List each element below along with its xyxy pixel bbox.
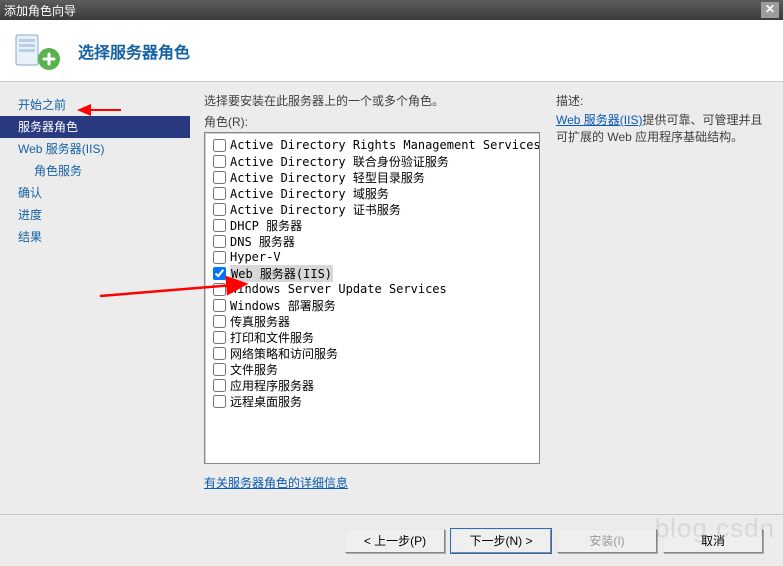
role-checkbox[interactable] (213, 219, 226, 232)
role-label: Active Directory 轻型目录服务 (230, 169, 425, 186)
role-item[interactable]: Active Directory 轻型目录服务 (213, 169, 533, 185)
sidebar-item-2[interactable]: Web 服务器(IIS) (0, 138, 190, 160)
sidebar-item-4[interactable]: 确认 (0, 182, 190, 204)
wizard-footer: < 上一步(P) 下一步(N) > 安装(I) 取消 (0, 514, 783, 566)
role-item[interactable]: Active Directory Rights Management Servi… (213, 137, 533, 153)
role-label: Active Directory 联合身份验证服务 (230, 153, 449, 170)
role-checkbox[interactable] (213, 283, 226, 296)
role-item[interactable]: Hyper-V (213, 249, 533, 265)
role-item[interactable]: Windows Server Update Services (213, 281, 533, 297)
roles-listbox[interactable]: Active Directory Rights Management Servi… (204, 132, 540, 464)
sidebar-item-0[interactable]: 开始之前 (0, 94, 190, 116)
role-item[interactable]: Active Directory 证书服务 (213, 201, 533, 217)
role-item[interactable]: 文件服务 (213, 361, 533, 377)
role-checkbox[interactable] (213, 347, 226, 360)
role-checkbox[interactable] (213, 155, 226, 168)
role-item[interactable]: Windows 部署服务 (213, 297, 533, 313)
install-button: 安装(I) (557, 529, 657, 553)
role-label: 网络策略和访问服务 (230, 345, 338, 362)
wizard-header: 选择服务器角色 (0, 20, 783, 82)
role-label: 打印和文件服务 (230, 329, 314, 346)
role-label: 传真服务器 (230, 313, 290, 330)
role-label: Active Directory 域服务 (230, 185, 389, 202)
role-item[interactable]: Web 服务器(IIS) (213, 265, 533, 281)
role-item[interactable]: 打印和文件服务 (213, 329, 533, 345)
server-role-icon (12, 29, 64, 73)
role-checkbox[interactable] (213, 395, 226, 408)
role-item[interactable]: 远程桌面服务 (213, 393, 533, 409)
window-title: 添加角色向导 (4, 2, 761, 19)
role-checkbox[interactable] (213, 299, 226, 312)
role-item[interactable]: 传真服务器 (213, 313, 533, 329)
description-title: 描述: (556, 92, 771, 109)
more-info-link[interactable]: 有关服务器角色的详细信息 (204, 474, 348, 491)
role-label: DHCP 服务器 (230, 217, 302, 234)
cancel-button[interactable]: 取消 (663, 529, 763, 553)
close-icon[interactable]: ✕ (761, 2, 779, 18)
role-label: Hyper-V (230, 250, 281, 264)
instruction-text: 选择要安装在此服务器上的一个或多个角色。 (204, 92, 540, 109)
role-label: Windows 部署服务 (230, 297, 336, 314)
role-checkbox[interactable] (213, 139, 226, 152)
wizard-main: 选择要安装在此服务器上的一个或多个角色。 角色(R): Active Direc… (190, 82, 783, 514)
role-label: Web 服务器(IIS) (230, 265, 333, 282)
role-checkbox[interactable] (213, 331, 226, 344)
sidebar-item-1[interactable]: 服务器角色 (0, 116, 190, 138)
role-checkbox[interactable] (213, 379, 226, 392)
roles-label: 角色(R): (204, 113, 540, 130)
page-title: 选择服务器角色 (78, 39, 190, 63)
role-checkbox[interactable] (213, 267, 226, 280)
role-label: 远程桌面服务 (230, 393, 302, 410)
next-button[interactable]: 下一步(N) > (451, 529, 551, 553)
role-label: Active Directory Rights Management Servi… (230, 138, 540, 152)
role-label: 应用程序服务器 (230, 377, 314, 394)
role-checkbox[interactable] (213, 315, 226, 328)
role-checkbox[interactable] (213, 171, 226, 184)
role-label: Active Directory 证书服务 (230, 201, 401, 218)
role-checkbox[interactable] (213, 187, 226, 200)
role-label: Windows Server Update Services (230, 282, 447, 296)
role-item[interactable]: Active Directory 联合身份验证服务 (213, 153, 533, 169)
role-label: DNS 服务器 (230, 233, 295, 250)
role-item[interactable]: DNS 服务器 (213, 233, 533, 249)
wizard-sidebar: 开始之前服务器角色Web 服务器(IIS)角色服务确认进度结果 (0, 82, 190, 514)
role-item[interactable]: 应用程序服务器 (213, 377, 533, 393)
titlebar: 添加角色向导 ✕ (0, 0, 783, 20)
role-item[interactable]: 网络策略和访问服务 (213, 345, 533, 361)
role-item[interactable]: DHCP 服务器 (213, 217, 533, 233)
sidebar-item-3[interactable]: 角色服务 (0, 160, 190, 182)
role-checkbox[interactable] (213, 251, 226, 264)
description-body: Web 服务器(IIS)提供可靠、可管理并且可扩展的 Web 应用程序基础结构。 (556, 111, 771, 145)
role-item[interactable]: Active Directory 域服务 (213, 185, 533, 201)
sidebar-item-5[interactable]: 进度 (0, 204, 190, 226)
role-checkbox[interactable] (213, 363, 226, 376)
sidebar-item-6[interactable]: 结果 (0, 226, 190, 248)
role-checkbox[interactable] (213, 235, 226, 248)
description-link[interactable]: Web 服务器(IIS) (556, 113, 642, 127)
role-label: 文件服务 (230, 361, 278, 378)
wizard-body: 开始之前服务器角色Web 服务器(IIS)角色服务确认进度结果 选择要安装在此服… (0, 82, 783, 514)
role-checkbox[interactable] (213, 203, 226, 216)
back-button[interactable]: < 上一步(P) (345, 529, 445, 553)
